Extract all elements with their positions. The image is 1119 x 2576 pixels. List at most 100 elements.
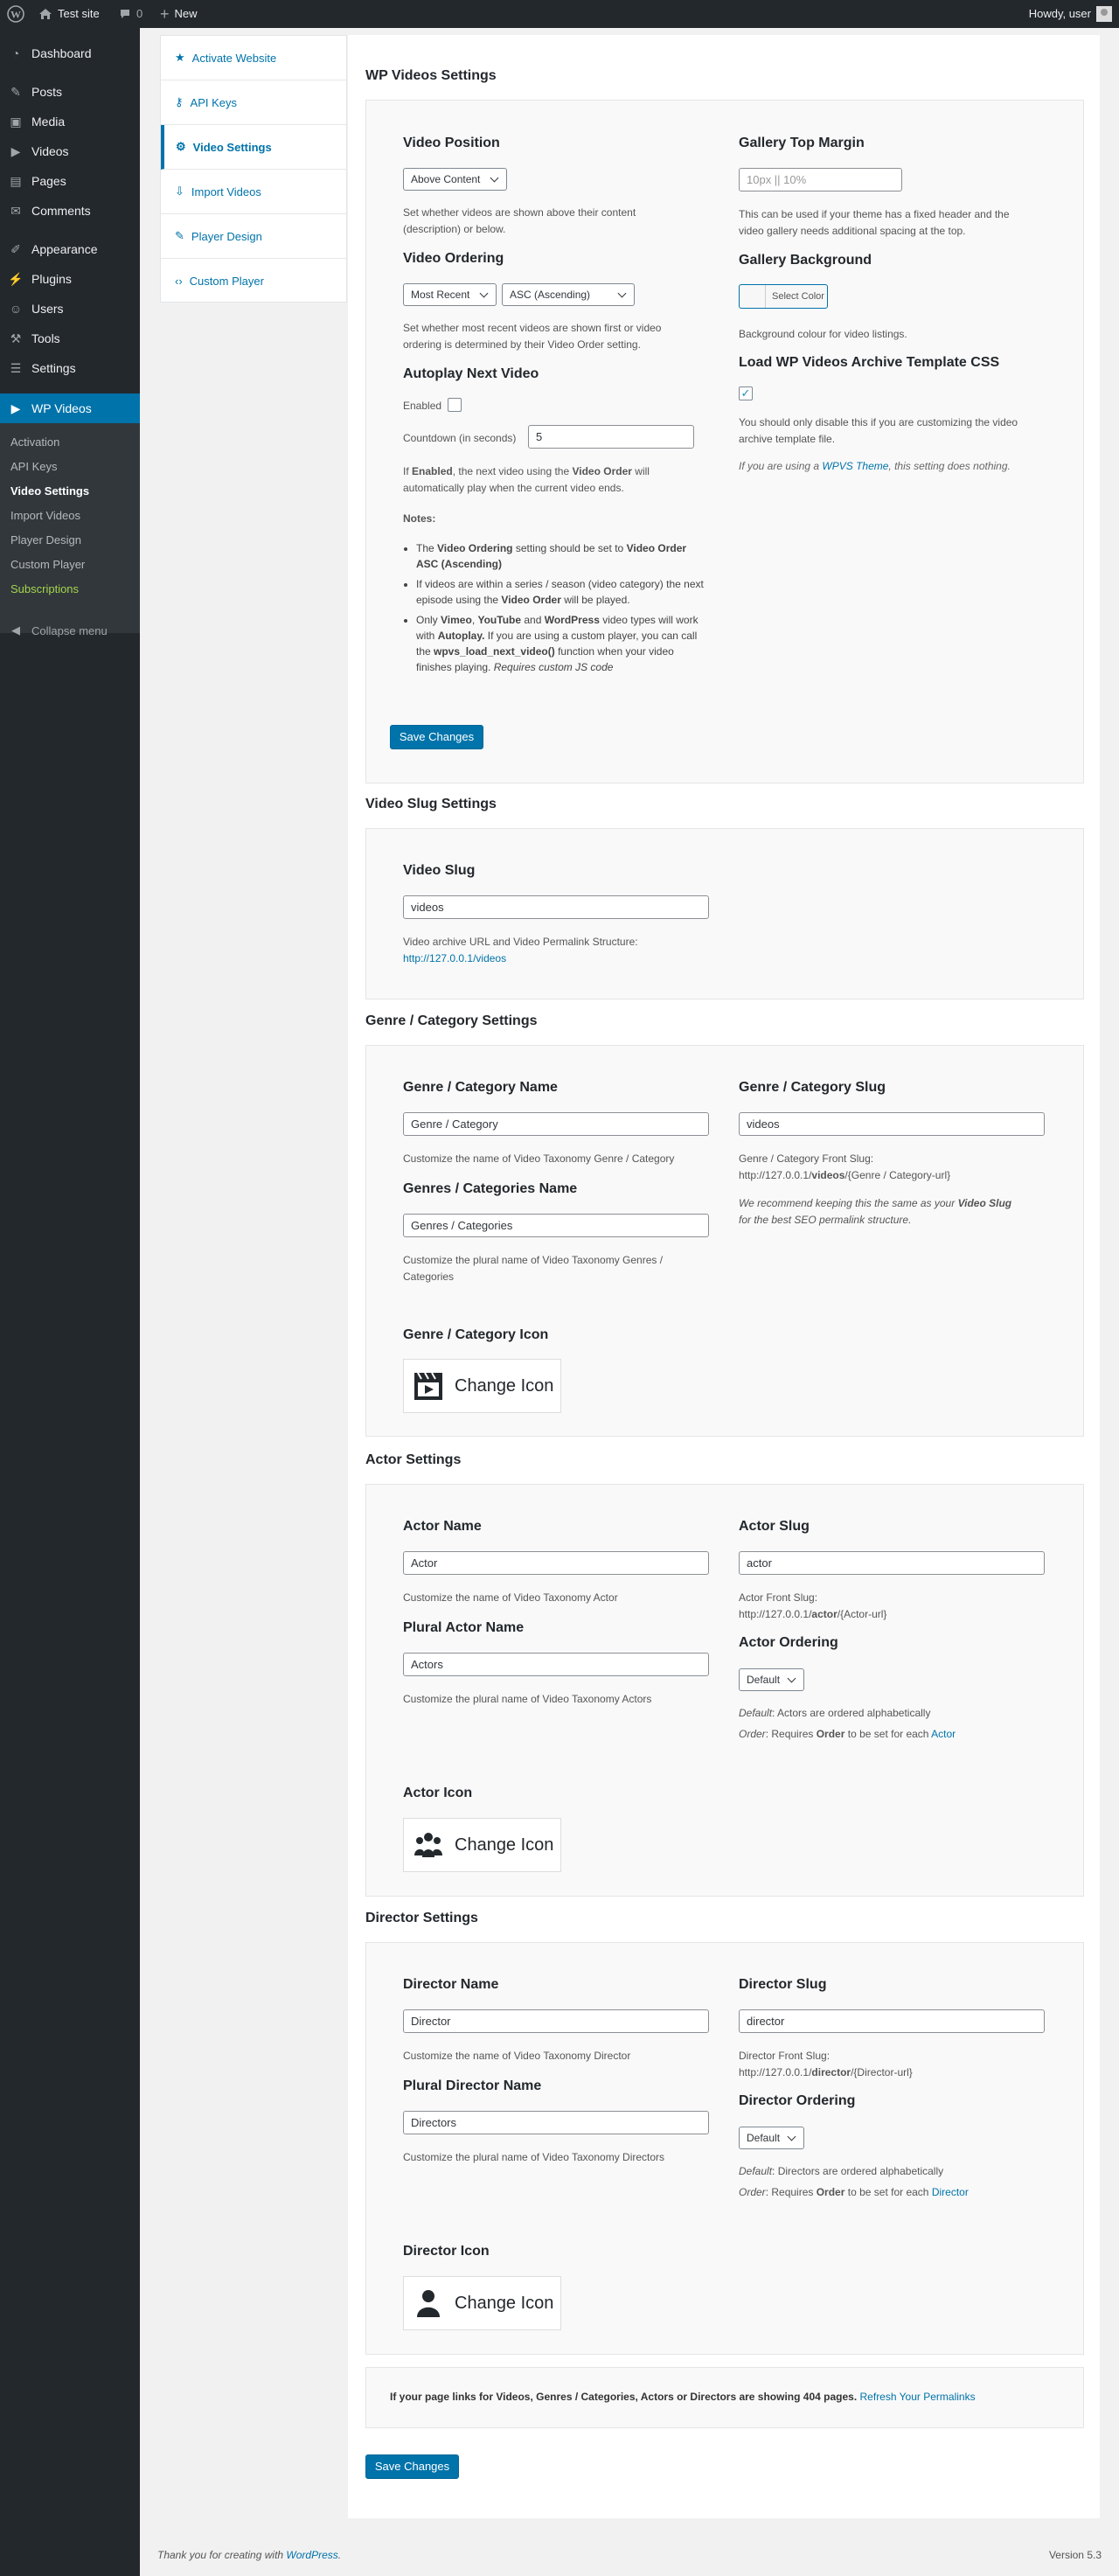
video-archive-link[interactable]: http://127.0.0.1/videos — [403, 950, 506, 967]
nav-import-videos[interactable]: ⇩ Import Videos — [161, 170, 346, 214]
director-link[interactable]: Director — [932, 2186, 969, 2198]
page-icon: ▤ — [10, 173, 22, 188]
text: : Requires — [765, 2186, 817, 2198]
video-ordering-select[interactable]: Most Recent — [403, 283, 497, 306]
menu-plugins[interactable]: ⚡ Plugins — [0, 264, 140, 294]
menu-label: Tools — [31, 331, 60, 345]
refresh-permalinks-link[interactable]: Refresh Your Permalinks — [860, 2391, 976, 2403]
actor-link[interactable]: Actor — [931, 1728, 956, 1740]
text: Enabled — [412, 465, 453, 477]
genre-icon-label: Genre / Category Icon — [403, 1327, 549, 1342]
text: Order — [816, 2186, 845, 2198]
menu-media[interactable]: ▣ Media — [0, 107, 140, 136]
actor-plural-input[interactable]: Actors — [403, 1653, 709, 1676]
genre-plural-input[interactable]: Genres / Categories — [403, 1214, 709, 1237]
nav-label: Import Videos — [191, 184, 261, 198]
menu-videos[interactable]: ▶ Videos — [0, 136, 140, 166]
submenu-subscriptions[interactable]: Subscriptions — [10, 582, 79, 595]
director-plural-input[interactable]: Directors — [403, 2111, 709, 2134]
menu-posts[interactable]: ✎ Posts — [0, 77, 140, 107]
select-color-button[interactable]: Select Color — [739, 284, 828, 309]
menu-tools[interactable]: ⚒ Tools — [0, 324, 140, 353]
submenu-custom-player[interactable]: Custom Player — [10, 558, 85, 571]
genre-plural-desc-1: Customize the plural name of Video Taxon… — [403, 1254, 664, 1266]
comments-link[interactable]: 0 — [119, 0, 142, 28]
autoplay-checkbox[interactable] — [448, 398, 462, 412]
genre-recommend-1: We recommend keeping this the same as yo… — [739, 1195, 1011, 1212]
director-heading: Director Settings — [365, 1911, 478, 1925]
menu-wp-videos[interactable]: ▶ WP Videos — [0, 393, 140, 423]
text: We recommend keeping this the same as yo… — [739, 1197, 958, 1209]
actor-slug-input[interactable]: actor — [739, 1551, 1045, 1575]
autoplay-desc-2: automatically play when the current vide… — [403, 482, 624, 494]
submenu-api-keys[interactable]: API Keys — [10, 460, 57, 473]
director-slug-input[interactable]: director — [739, 2009, 1045, 2033]
wordpress-link[interactable]: WordPress — [286, 2549, 337, 2561]
submenu-player-design[interactable]: Player Design — [10, 533, 81, 547]
text: If your page links for Videos, Genres / … — [390, 2391, 858, 2403]
actor-plural-label: Plural Actor Name — [403, 1620, 525, 1635]
submenu-activation[interactable]: Activation — [10, 435, 59, 449]
actor-name-input[interactable]: Actor — [403, 1551, 709, 1575]
account-menu[interactable]: Howdy, user — [1029, 0, 1112, 28]
enabled-label: Enabled — [403, 400, 442, 412]
archive-css-checkbox[interactable]: ✓ — [739, 386, 753, 400]
archive-css-desc-1: You should only disable this if you are … — [739, 416, 1018, 428]
video-ordering-desc-1: Set whether most recent videos are shown… — [403, 322, 662, 334]
plus-icon: + — [160, 5, 170, 23]
text: Order — [816, 1728, 845, 1740]
note-item: Only Vimeo, YouTube and WordPress video … — [416, 612, 709, 675]
nav-video-settings[interactable]: ⚙ Video Settings — [161, 125, 346, 170]
actor-change-icon-button[interactable]: Change Icon — [403, 1818, 561, 1872]
gallery-margin-input[interactable]: 10px || 10% — [739, 168, 902, 191]
gallery-margin-desc-2: video gallery needs additional spacing a… — [739, 225, 966, 237]
site-name: Test site — [58, 7, 100, 20]
person-icon — [417, 2290, 440, 2317]
collapse-menu[interactable]: ◀ Collapse menu — [0, 616, 140, 645]
site-name-link[interactable]: Test site — [38, 0, 100, 28]
countdown-input[interactable]: 5 — [528, 425, 694, 449]
video-position-select[interactable]: Above Content — [403, 168, 507, 191]
menu-settings[interactable]: ☰ Settings — [0, 353, 140, 383]
video-order-direction-select[interactable]: ASC (Ascending) — [502, 283, 635, 306]
gear-icon: ⚙ — [176, 140, 186, 153]
footer-thanks: Thank you for creating with WordPress. — [157, 2549, 341, 2561]
actor-ordering-select[interactable]: Default — [739, 1668, 804, 1691]
menu-label: Media — [31, 115, 66, 129]
genre-slug-input[interactable]: videos — [739, 1112, 1045, 1136]
save-changes-button-bottom[interactable]: Save Changes — [365, 2454, 459, 2479]
save-changes-button[interactable]: Save Changes — [390, 725, 483, 749]
autoplay-desc-1: If Enabled, the next video using the Vid… — [403, 463, 650, 480]
brush-icon: ✎ — [175, 229, 184, 242]
genre-name-input[interactable]: Genre / Category — [403, 1112, 709, 1136]
video-play-icon: ▶ — [10, 400, 21, 415]
video-slug-input[interactable]: videos — [403, 895, 709, 919]
wpvs-theme-link[interactable]: WPVS Theme — [822, 460, 888, 472]
nav-activate-website[interactable]: ★ Activate Website — [161, 36, 346, 80]
download-icon: ⇩ — [175, 184, 184, 198]
genre-change-icon-button[interactable]: Change Icon — [403, 1359, 561, 1413]
menu-comments[interactable]: ✉ Comments — [0, 196, 140, 226]
nav-custom-player[interactable]: ‹› Custom Player — [161, 259, 346, 303]
menu-dashboard[interactable]: ◔ Dashboard — [0, 38, 140, 68]
director-name-input[interactable]: Director — [403, 2009, 709, 2033]
nav-label: Player Design — [191, 229, 262, 243]
submenu-import-videos[interactable]: Import Videos — [10, 509, 80, 522]
pin-icon: ✎ — [10, 84, 21, 99]
video-ordering-label: Video Ordering — [403, 251, 504, 266]
dashboard-icon: ◔ — [11, 46, 20, 60]
submenu-video-settings[interactable]: Video Settings — [10, 484, 89, 498]
director-front-slug-label: Director Front Slug: — [739, 2050, 831, 2062]
nav-api-keys[interactable]: ⚷ API Keys — [161, 80, 346, 125]
wordpress-logo-icon[interactable]: W — [7, 0, 24, 28]
menu-users[interactable]: ☺ Users — [0, 294, 140, 324]
text: , this setting does nothing. — [888, 460, 1011, 472]
menu-pages[interactable]: ▤ Pages — [0, 166, 140, 196]
new-content-link[interactable]: + New — [160, 0, 198, 28]
director-change-icon-button[interactable]: Change Icon — [403, 2276, 561, 2330]
menu-appearance[interactable]: ✐ Appearance — [0, 234, 140, 264]
nav-player-design[interactable]: ✎ Player Design — [161, 214, 346, 259]
director-default-desc: Default: Directors are ordered alphabeti… — [739, 2163, 943, 2180]
admin-bar: W Test site 0 + New Howdy, user — [0, 0, 1119, 28]
director-ordering-select[interactable]: Default — [739, 2127, 804, 2149]
